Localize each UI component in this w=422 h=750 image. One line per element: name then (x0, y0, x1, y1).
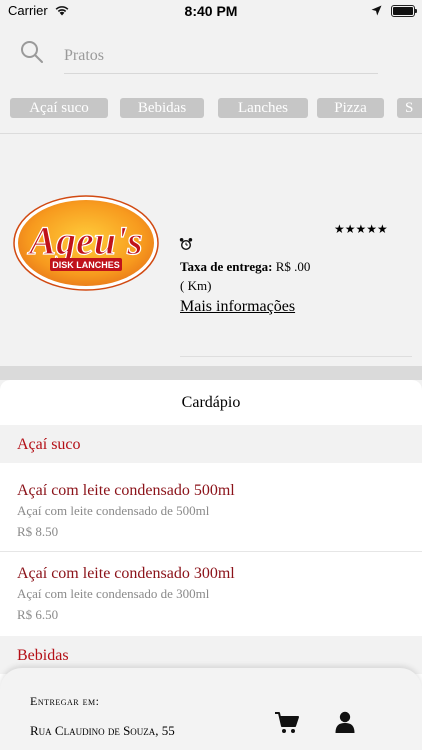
menu-item-title[interactable]: Açaí com leite condensado 300ml (17, 565, 235, 583)
logo-subtitle: DISK LANCHES (52, 260, 120, 270)
category-bar[interactable]: Açaí suco Bebidas Lanches Pizza S (10, 98, 422, 118)
category-chip-bebidas[interactable]: Bebidas (120, 98, 204, 118)
search-icon[interactable] (20, 40, 44, 64)
category-chip-lanches[interactable]: Lanches (218, 98, 308, 118)
menu-item-description: Açaí com leite condensado de 300ml (17, 586, 210, 601)
distance-label: ( Km) (180, 278, 212, 293)
menu-item-title[interactable]: Açaí com leite condensado 500ml (17, 482, 235, 500)
category-chip-pizza[interactable]: Pizza (317, 98, 384, 118)
status-bar: Carrier 8:40 PM (0, 0, 422, 24)
divider (180, 356, 412, 357)
section-title: Açaí suco (17, 436, 81, 453)
delivery-fee-label: Taxa de entrega: (180, 259, 273, 274)
delivery-sheet[interactable]: Entregar em: Rua Claudino de Souza, 55 (0, 668, 422, 750)
menu-item-price: R$ 8.50 (17, 524, 59, 539)
menu-item-description: Açaí com leite condensado de 500ml (17, 503, 210, 518)
divider (0, 551, 422, 552)
battery-icon (391, 5, 417, 17)
category-chip-more[interactable]: S (397, 98, 422, 118)
menu-title: Cardápio (181, 394, 241, 411)
cart-icon[interactable] (274, 711, 300, 735)
section-header-acai-suco: Açaí suco (0, 425, 422, 463)
section-title: Bebidas (17, 647, 69, 664)
divider (0, 133, 422, 134)
clock: 8:40 PM (184, 3, 238, 19)
logo-title: Ageu's (26, 218, 142, 263)
menu-item-price: R$ 6.50 (17, 607, 59, 622)
delivery-address[interactable]: Rua Claudino de Souza, 55 (30, 723, 175, 739)
delivery-fee: Taxa de entrega: R$ .00 (180, 259, 310, 275)
restaurant-logo: Ageu's DISK LANCHES (13, 195, 159, 291)
search-input[interactable] (64, 38, 378, 74)
alarm-clock-icon (179, 238, 193, 250)
location-arrow-icon (371, 5, 382, 16)
section-separator (0, 366, 422, 380)
user-icon[interactable] (335, 711, 355, 733)
delivery-label: Entregar em: (30, 694, 100, 708)
more-info-link[interactable]: Mais informações (180, 298, 295, 316)
category-chip-acai-suco[interactable]: Açaí suco (10, 98, 108, 118)
rating-stars: ★★★★★ (334, 222, 388, 236)
delivery-fee-value: R$ .00 (275, 259, 311, 274)
